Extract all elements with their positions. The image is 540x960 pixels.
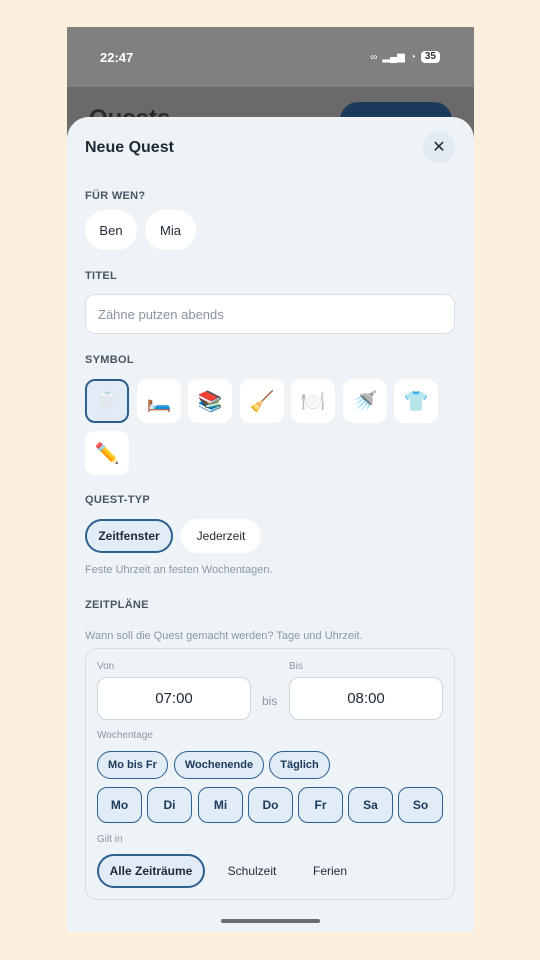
tooth-icon: 🦷 — [94, 390, 120, 413]
valid-in-label: Gilt in — [97, 834, 123, 845]
day-di-button[interactable]: Di — [147, 787, 192, 823]
sheet-title: Neue Quest — [85, 139, 174, 156]
symbol-shower-button[interactable]: 🚿 — [343, 379, 387, 423]
day-do-button[interactable]: Do — [248, 787, 293, 823]
from-time-input[interactable]: 07:00 — [97, 677, 251, 720]
new-quest-sheet: Neue Quest ✕ FÜR WEN? Ben Mia TITEL Zähn… — [67, 117, 474, 932]
title-input[interactable]: Zähne putzen abends — [85, 294, 455, 334]
battery-icon: 35 — [420, 51, 440, 63]
person-ben-button[interactable]: Ben — [85, 210, 137, 250]
symbol-shirt-button[interactable]: 👕 — [394, 379, 438, 423]
preset-mo-bis-fr-button[interactable]: Mo bis Fr — [97, 751, 168, 779]
day-mi-button[interactable]: Mi — [198, 787, 243, 823]
signal-icon: ▂▄▆ — [382, 51, 405, 63]
to-label: Bis — [289, 661, 303, 672]
symbol-books-button[interactable]: 📚 — [188, 379, 232, 423]
symbol-broom-button[interactable]: 🧹 — [240, 379, 284, 423]
bis-text: bis — [262, 694, 278, 708]
plate-icon: 🍽️ — [300, 390, 326, 413]
symbol-plate-button[interactable]: 🍽️ — [291, 379, 335, 423]
close-icon: ✕ — [432, 139, 446, 156]
quest-type-zeitfenster-button[interactable]: Zeitfenster — [85, 519, 173, 553]
symbol-bed-button[interactable]: 🛏️ — [137, 379, 181, 423]
symbol-tooth-button[interactable]: 🦷 — [85, 379, 129, 423]
quest-type-jederzeit-button[interactable]: Jederzeit — [181, 519, 261, 553]
preset-taeglich-button[interactable]: Täglich — [269, 751, 330, 779]
wifi-icon: ◔ — [409, 51, 416, 63]
schedules-hint: Wann soll die Quest gemacht werden? Tage… — [85, 630, 363, 642]
link-icon: ∞ — [370, 51, 378, 63]
quest-type-hint: Feste Uhrzeit an festen Wochentagen. — [85, 564, 273, 576]
day-mo-button[interactable]: Mo — [97, 787, 142, 823]
symbol-pencil-button[interactable]: ✏️ — [85, 431, 129, 475]
bed-icon: 🛏️ — [146, 390, 172, 413]
status-time: 22:47 — [100, 50, 134, 65]
title-label: TITEL — [85, 270, 118, 282]
status-bar: 22:47 ∞ ▂▄▆ ◔ 35 — [67, 27, 474, 87]
to-time-input[interactable]: 08:00 — [289, 677, 443, 720]
close-button[interactable]: ✕ — [423, 131, 455, 163]
symbol-label: SYMBOL — [85, 354, 134, 366]
for-whom-label: FÜR WEN? — [85, 190, 146, 202]
phone-screen: 22:47 ∞ ▂▄▆ ◔ 35 Quests Neue Quest ✕ FÜR… — [67, 27, 474, 932]
period-alle-button[interactable]: Alle Zeiträume — [97, 854, 205, 888]
weekdays-label: Wochentage — [97, 730, 153, 741]
schedules-label: ZEITPLÄNE — [85, 599, 149, 611]
home-indicator[interactable] — [221, 919, 320, 923]
broom-icon: 🧹 — [249, 390, 275, 413]
status-icons: ∞ ▂▄▆ ◔ 35 — [370, 51, 440, 63]
pencil-icon: ✏️ — [94, 442, 120, 465]
period-ferien-button[interactable]: Ferien — [298, 854, 362, 888]
day-so-button[interactable]: So — [398, 787, 443, 823]
quest-type-label: QUEST-TYP — [85, 494, 151, 506]
shower-icon: 🚿 — [352, 390, 378, 413]
period-schulzeit-button[interactable]: Schulzeit — [215, 854, 289, 888]
schedule-card: Von Bis 07:00 bis 08:00 Wochentage Mo bi… — [85, 648, 455, 900]
from-label: Von — [97, 661, 115, 672]
day-fr-button[interactable]: Fr — [298, 787, 343, 823]
books-icon: 📚 — [197, 390, 223, 413]
preset-wochenende-button[interactable]: Wochenende — [174, 751, 264, 779]
day-sa-button[interactable]: Sa — [348, 787, 393, 823]
shirt-icon: 👕 — [403, 390, 429, 413]
person-mia-button[interactable]: Mia — [145, 210, 196, 250]
